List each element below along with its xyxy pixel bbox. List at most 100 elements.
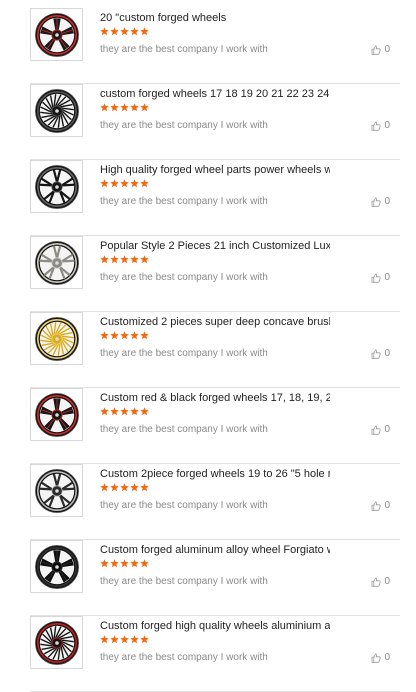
star-icon xyxy=(130,483,139,492)
star-icon xyxy=(110,559,119,568)
star-icon xyxy=(100,255,109,264)
thumbs-up-icon xyxy=(372,653,381,663)
like-count: 0 xyxy=(384,272,390,283)
product-title[interactable]: Popular Style 2 Pieces 21 inch Customize… xyxy=(100,240,330,253)
star-rating xyxy=(100,255,149,264)
star-rating xyxy=(100,407,149,416)
star-icon xyxy=(110,331,119,340)
star-icon xyxy=(130,331,139,340)
thumbs-up-icon xyxy=(372,121,381,131)
star-icon xyxy=(100,103,109,112)
star-icon xyxy=(140,635,149,644)
like-button[interactable]: 0 xyxy=(371,44,390,55)
wheel-image xyxy=(34,620,79,665)
product-thumbnail[interactable] xyxy=(30,312,83,365)
star-icon xyxy=(110,103,119,112)
star-icon xyxy=(140,483,149,492)
review-comment: they are the best company I work with xyxy=(100,272,268,283)
star-icon xyxy=(120,179,129,188)
star-icon xyxy=(140,255,149,264)
star-icon xyxy=(100,331,109,340)
wheel-image xyxy=(34,392,79,437)
review-item: custom forged wheels 17 18 19 20 21 22 2… xyxy=(30,84,400,160)
like-count: 0 xyxy=(384,44,390,55)
star-icon xyxy=(120,27,129,36)
review-item: Custom forged aluminum alloy wheel Forgi… xyxy=(30,540,400,616)
product-title[interactable]: Custom forged high quality wheels alumin… xyxy=(100,620,330,633)
product-thumbnail[interactable] xyxy=(30,84,83,137)
product-title[interactable]: Custom red & black forged wheels 17, 18,… xyxy=(100,392,330,405)
product-title[interactable]: custom forged wheels 17 18 19 20 21 22 2… xyxy=(100,88,330,101)
product-thumbnail[interactable] xyxy=(30,8,83,61)
like-button[interactable]: 0 xyxy=(371,424,390,435)
product-title[interactable]: High quality forged wheel parts power wh… xyxy=(100,164,330,177)
like-button[interactable]: 0 xyxy=(371,348,390,359)
product-title[interactable]: 20 "custom forged wheels xyxy=(100,12,330,25)
star-icon xyxy=(130,635,139,644)
like-count: 0 xyxy=(384,348,390,359)
star-icon xyxy=(140,103,149,112)
review-comment: they are the best company I work with xyxy=(100,424,268,435)
wheel-image xyxy=(34,468,79,513)
product-thumbnail[interactable] xyxy=(30,616,83,669)
like-button[interactable]: 0 xyxy=(371,576,390,587)
product-title[interactable]: Custom forged aluminum alloy wheel Forgi… xyxy=(100,544,330,557)
star-icon xyxy=(130,179,139,188)
star-icon xyxy=(110,255,119,264)
review-comment: they are the best company I work with xyxy=(100,348,268,359)
star-icon xyxy=(100,559,109,568)
review-comment: they are the best company I work with xyxy=(100,500,268,511)
product-title[interactable]: Customized 2 pieces super deep concave b… xyxy=(100,316,330,329)
star-icon xyxy=(100,483,109,492)
thumbs-up-icon xyxy=(372,45,381,55)
product-thumbnail[interactable] xyxy=(30,464,83,517)
star-icon xyxy=(140,559,149,568)
like-button[interactable]: 0 xyxy=(371,272,390,283)
thumbs-up-icon xyxy=(372,273,381,283)
product-title[interactable]: Custom 2piece forged wheels 19 to 26 "5 … xyxy=(100,468,330,481)
star-icon xyxy=(140,331,149,340)
review-item: Custom 2piece forged wheels 19 to 26 "5 … xyxy=(30,464,400,540)
review-item: Custom forged high quality wheels alumin… xyxy=(30,616,400,692)
star-icon xyxy=(110,483,119,492)
review-comment: they are the best company I work with xyxy=(100,196,268,207)
like-count: 0 xyxy=(384,500,390,511)
product-thumbnail[interactable] xyxy=(30,540,83,593)
like-count: 0 xyxy=(384,576,390,587)
wheel-image xyxy=(34,240,79,285)
review-comment: they are the best company I work with xyxy=(100,44,268,55)
like-button[interactable]: 0 xyxy=(371,652,390,663)
star-rating xyxy=(100,635,149,644)
review-item: 20 "custom forged wheels they are the be… xyxy=(30,8,400,84)
star-icon xyxy=(120,559,129,568)
star-icon xyxy=(130,255,139,264)
thumbs-up-icon xyxy=(372,349,381,359)
product-thumbnail[interactable] xyxy=(30,236,83,289)
wheel-image xyxy=(34,164,79,209)
like-count: 0 xyxy=(384,652,390,663)
star-icon xyxy=(120,331,129,340)
star-icon xyxy=(110,179,119,188)
thumbs-up-icon xyxy=(372,197,381,207)
star-icon xyxy=(140,27,149,36)
star-icon xyxy=(140,179,149,188)
wheel-image xyxy=(34,88,79,133)
star-rating xyxy=(100,331,149,340)
like-button[interactable]: 0 xyxy=(371,196,390,207)
product-thumbnail[interactable] xyxy=(30,160,83,213)
star-icon xyxy=(120,635,129,644)
like-button[interactable]: 0 xyxy=(371,500,390,511)
wheel-image xyxy=(34,316,79,361)
review-item: High quality forged wheel parts power wh… xyxy=(30,160,400,236)
star-rating xyxy=(100,27,149,36)
review-item: Popular Style 2 Pieces 21 inch Customize… xyxy=(30,236,400,312)
star-icon xyxy=(110,27,119,36)
like-count: 0 xyxy=(384,196,390,207)
star-icon xyxy=(130,407,139,416)
like-button[interactable]: 0 xyxy=(371,120,390,131)
star-icon xyxy=(110,635,119,644)
product-thumbnail[interactable] xyxy=(30,388,83,441)
star-icon xyxy=(100,27,109,36)
thumbs-up-icon xyxy=(372,501,381,511)
star-icon xyxy=(130,559,139,568)
